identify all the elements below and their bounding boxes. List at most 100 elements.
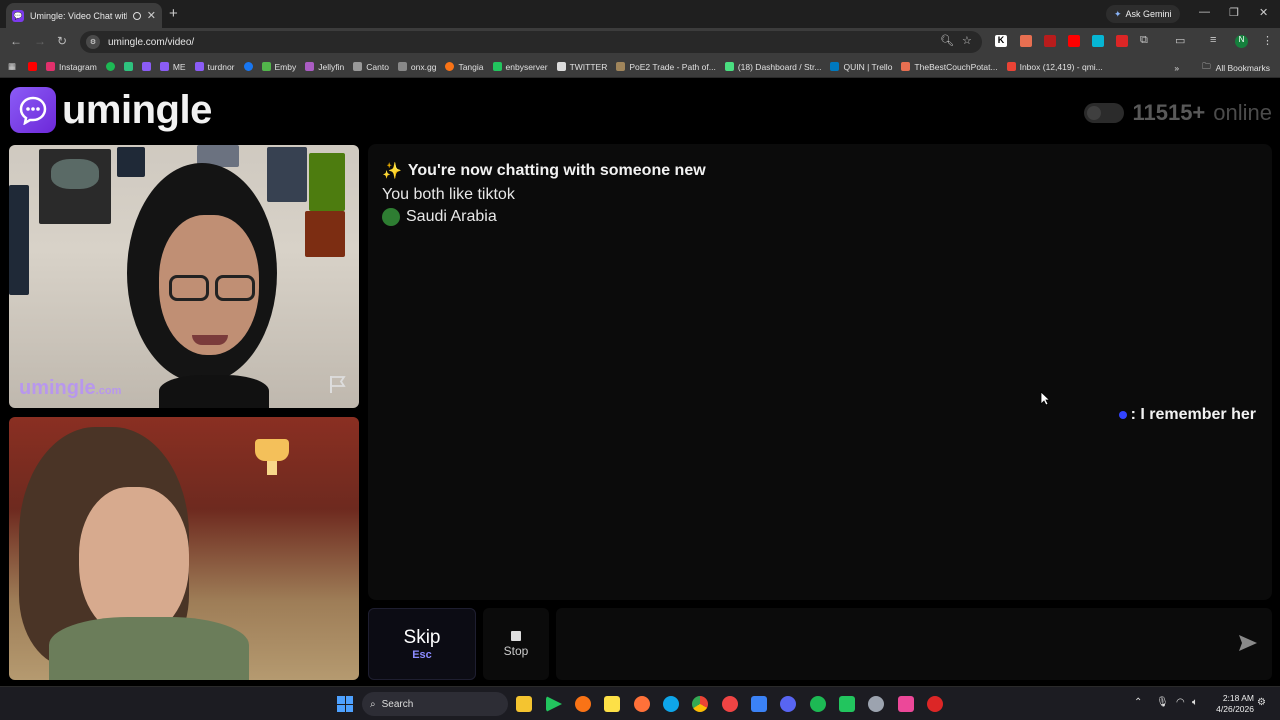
- url-bar[interactable]: ⚙ umingle.com/video/: [80, 31, 982, 53]
- bookmark-item[interactable]: [105, 62, 115, 71]
- bookmark-item[interactable]: Canto: [353, 62, 389, 72]
- notepad-icon[interactable]: [839, 696, 855, 712]
- forward-icon[interactable]: →: [34, 34, 46, 48]
- windows-start-icon[interactable]: [337, 696, 353, 712]
- bookmark-label: (18) Dashboard / Str...: [737, 61, 822, 72]
- bookmark-item[interactable]: Instagram: [46, 62, 97, 72]
- restore-icon[interactable]: ❐: [1229, 6, 1239, 19]
- media-player-icon[interactable]: [546, 696, 562, 712]
- spotify-icon: [105, 62, 115, 71]
- close-tab-icon[interactable]: ✕: [147, 9, 156, 22]
- bookmark-label: ME: [172, 61, 186, 72]
- bookmark-item[interactable]: Inbox (12,419) - qmi...: [1006, 62, 1103, 72]
- wifi-icon[interactable]: ◠: [1176, 697, 1185, 708]
- skip-button[interactable]: Skip Esc: [368, 608, 476, 680]
- minimize-icon[interactable]: —: [1199, 6, 1210, 18]
- profile-avatar[interactable]: N: [1235, 35, 1248, 48]
- skip-label: Skip: [403, 627, 441, 648]
- bookmark-item[interactable]: Tangia: [445, 62, 484, 72]
- bookmark-item[interactable]: TWITTER: [556, 62, 607, 72]
- edge-icon[interactable]: [663, 696, 679, 712]
- media-controls-icon[interactable]: ≡: [1210, 34, 1216, 46]
- bookmark-item[interactable]: Jellyfin: [305, 62, 344, 72]
- bookmark-star-icon[interactable]: ☆: [962, 34, 972, 47]
- wall-poster: [9, 185, 29, 295]
- system-message-text: You're now chatting with someone new: [407, 162, 706, 179]
- chrome-icon[interactable]: [692, 696, 708, 712]
- bookmark-item[interactable]: enbyserver: [492, 61, 548, 72]
- wall-poster: [267, 147, 307, 202]
- bookmark-item[interactable]: [141, 62, 151, 71]
- bookmark-item[interactable]: Emby: [261, 62, 296, 72]
- ask-gemini-button[interactable]: ✦ Ask Gemini: [1106, 5, 1180, 23]
- browser-tab-bar: 💬 Umingle: Video Chat with S ✕ + ✦ Ask G…: [0, 0, 1280, 28]
- bookmark-label: Instagram: [59, 61, 97, 72]
- glasses: [169, 275, 209, 301]
- extension-icon[interactable]: [1068, 35, 1080, 47]
- stop-label: Stop: [503, 643, 529, 658]
- taskbar-search[interactable]: ⌕ Search: [362, 692, 508, 716]
- chat-message: : I remember her: [1118, 406, 1256, 424]
- send-icon[interactable]: [1238, 634, 1258, 652]
- stop-button[interactable]: Stop: [483, 608, 549, 680]
- app-icon[interactable]: [751, 696, 767, 712]
- app-icon[interactable]: [575, 696, 591, 712]
- obs-icon[interactable]: [868, 696, 884, 712]
- extension-icon[interactable]: [1116, 35, 1128, 47]
- system-clock[interactable]: 2:18 AM 4/26/2026: [1216, 693, 1254, 715]
- side-panel-icon[interactable]: ▭: [1175, 34, 1185, 47]
- stop-square-icon: [511, 630, 521, 641]
- zoom-icon[interactable]: 🔍︎: [940, 34, 954, 47]
- extension-k-icon[interactable]: K: [995, 35, 1007, 47]
- bookmark-label: Jellyfin: [318, 61, 345, 72]
- tiktok-icon[interactable]: [898, 696, 914, 712]
- canto-icon: [353, 62, 363, 71]
- sticky-notes-icon[interactable]: [604, 696, 620, 712]
- bookmark-item[interactable]: QUIN | Trello: [830, 62, 892, 72]
- all-bookmarks-button[interactable]: » 🗀 All Bookmarks: [1174, 61, 1270, 75]
- notification-gear-icon[interactable]: ⚙: [1257, 697, 1266, 708]
- extension-icon[interactable]: [1092, 35, 1104, 47]
- spotify-icon[interactable]: [810, 696, 826, 712]
- bookmark-youtube[interactable]: [28, 62, 38, 71]
- site-info-icon[interactable]: ⚙: [86, 35, 100, 49]
- firefox-icon[interactable]: [634, 696, 650, 712]
- umingle-logo[interactable]: umingle: [10, 87, 212, 133]
- app-icon[interactable]: [927, 696, 943, 712]
- more-menu-icon[interactable]: ⋮: [1262, 34, 1273, 47]
- bookmarks-bar: ▦ Instagram ME turdnor Emby Jellyfin Can…: [0, 56, 1280, 78]
- bookmark-label: enbyserver: [505, 61, 548, 72]
- clock-date: 4/26/2026: [1216, 704, 1254, 714]
- reload-icon[interactable]: ↻: [57, 34, 67, 48]
- gemini-sparkle-icon: ✦: [1114, 8, 1122, 19]
- volume-icon[interactable]: 🔈︎: [1192, 697, 1198, 708]
- extension-icon[interactable]: [1044, 35, 1056, 47]
- message-input[interactable]: [556, 608, 1272, 680]
- browser-tab[interactable]: 💬 Umingle: Video Chat with S ✕: [6, 3, 162, 28]
- file-explorer-icon[interactable]: [516, 696, 532, 712]
- back-icon[interactable]: ←: [10, 34, 22, 48]
- shirt: [159, 375, 269, 408]
- window-close-icon[interactable]: ✕: [1259, 6, 1268, 19]
- bookmark-item[interactable]: PoE2 Trade - Path of...: [616, 62, 716, 72]
- chevron-double-right-icon[interactable]: »: [1174, 63, 1179, 73]
- bookmark-item[interactable]: turdnor: [194, 62, 235, 72]
- bookmark-item[interactable]: (18) Dashboard / Str...: [724, 61, 822, 72]
- theme-toggle[interactable]: [1084, 103, 1125, 123]
- trello-icon: [830, 62, 840, 71]
- extensions-puzzle-icon[interactable]: ⧉: [1140, 34, 1148, 47]
- new-tab-button[interactable]: +: [169, 5, 178, 22]
- bookmark-item[interactable]: [123, 62, 133, 71]
- bookmark-item[interactable]: TheBestCouchPotat...: [901, 62, 998, 72]
- apps-grid-icon[interactable]: ▦: [8, 61, 16, 72]
- report-flag-icon[interactable]: [327, 374, 347, 394]
- glasses: [215, 275, 255, 301]
- microphone-icon[interactable]: 🎙︎: [1156, 697, 1169, 708]
- opera-icon[interactable]: [722, 696, 738, 712]
- tray-chevron-icon[interactable]: ⌃: [1134, 697, 1142, 708]
- bookmark-item[interactable]: ME: [159, 61, 186, 72]
- bookmark-item[interactable]: onx.gg: [397, 62, 436, 72]
- discord-icon[interactable]: [780, 696, 796, 712]
- bookmark-item[interactable]: [243, 62, 253, 71]
- extension-icon[interactable]: [1020, 35, 1032, 47]
